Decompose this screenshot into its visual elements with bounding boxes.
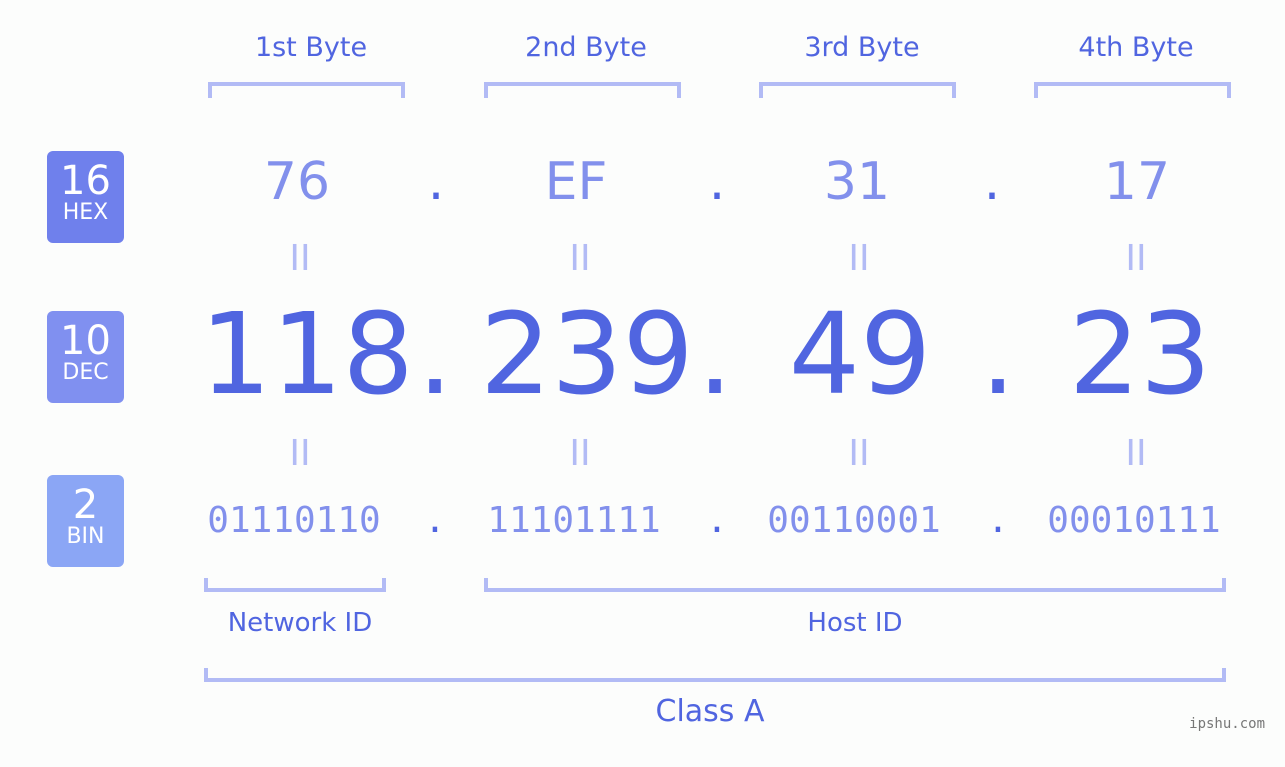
dec-byte-3: 49: [788, 290, 932, 420]
dec-badge: 10 DEC: [47, 311, 124, 403]
dec-badge-number: 10: [60, 318, 111, 364]
bin-badge-number: 2: [72, 482, 99, 528]
bin-byte-3: 00110001: [767, 500, 941, 541]
dec-dot-1: .: [417, 290, 453, 420]
dec-byte-4: 23: [1068, 290, 1212, 420]
hex-byte-3: 31: [823, 152, 891, 212]
byte-bracket-3: [759, 82, 956, 98]
byte-label-3: 3rd Byte: [804, 32, 920, 63]
hex-dot-2: .: [708, 152, 726, 212]
hex-byte-2: EF: [544, 152, 608, 212]
watermark: ipshu.com: [1189, 716, 1265, 732]
bin-badge-label: BIN: [66, 524, 105, 549]
class-bracket: [204, 668, 1226, 682]
equals-icon: II: [848, 433, 870, 474]
byte-label-2: 2nd Byte: [525, 32, 647, 63]
class-label: Class A: [655, 694, 765, 729]
hex-byte-1: 76: [263, 152, 331, 212]
dec-byte-1: 118: [200, 290, 414, 420]
equals-icon: II: [848, 238, 870, 279]
hex-byte-4: 17: [1103, 152, 1171, 212]
equals-icon: II: [289, 238, 311, 279]
equals-icon: II: [289, 433, 311, 474]
bin-dot-3: .: [987, 500, 1009, 541]
hex-dot-1: .: [427, 152, 445, 212]
byte-label-4: 4th Byte: [1078, 32, 1194, 63]
bin-dot-2: .: [706, 500, 728, 541]
dec-dot-3: .: [980, 290, 1016, 420]
network-id-bracket: [204, 578, 386, 592]
byte-label-1: 1st Byte: [254, 32, 368, 63]
host-id-bracket: [484, 578, 1226, 592]
hex-badge-number: 16: [60, 158, 111, 204]
dec-byte-2: 239: [480, 290, 694, 420]
dec-badge-label: DEC: [62, 360, 109, 385]
hex-badge: 16 HEX: [47, 151, 124, 243]
hex-badge-label: HEX: [62, 200, 109, 225]
bin-byte-4: 00010111: [1047, 500, 1221, 541]
bin-badge: 2 BIN: [47, 475, 124, 567]
host-id-label: Host ID: [807, 608, 903, 638]
dec-dot-2: .: [697, 290, 733, 420]
bin-dot-1: .: [424, 500, 446, 541]
network-id-label: Network ID: [227, 608, 373, 638]
equals-icon: II: [569, 433, 591, 474]
byte-bracket-1: [208, 82, 405, 98]
equals-icon: II: [569, 238, 591, 279]
byte-bracket-2: [484, 82, 681, 98]
equals-icon: II: [1125, 238, 1147, 279]
hex-dot-3: .: [983, 152, 1001, 212]
bin-byte-1: 01110110: [207, 500, 381, 541]
bin-byte-2: 11101111: [487, 500, 661, 541]
byte-bracket-4: [1034, 82, 1231, 98]
equals-icon: II: [1125, 433, 1147, 474]
